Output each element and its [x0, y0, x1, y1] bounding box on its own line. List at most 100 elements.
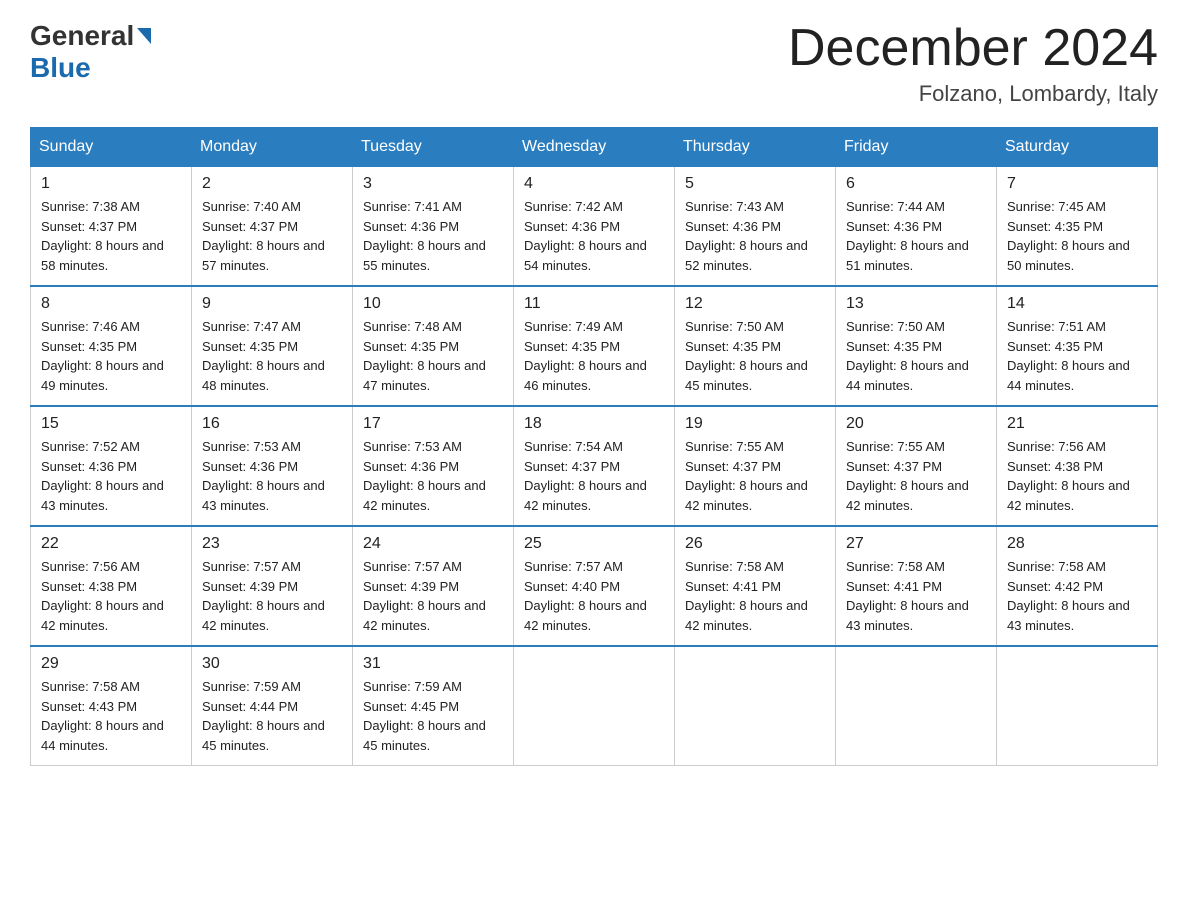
day-number: 10: [363, 295, 503, 313]
calendar-header-thursday: Thursday: [675, 128, 836, 167]
day-info: Sunrise: 7:38 AM Sunset: 4:37 PM Dayligh…: [41, 197, 181, 275]
day-info: Sunrise: 7:41 AM Sunset: 4:36 PM Dayligh…: [363, 197, 503, 275]
calendar-day-cell: 28 Sunrise: 7:58 AM Sunset: 4:42 PM Dayl…: [997, 526, 1158, 646]
page-header: General Blue December 2024 Folzano, Lomb…: [30, 20, 1158, 107]
day-info: Sunrise: 7:57 AM Sunset: 4:39 PM Dayligh…: [363, 557, 503, 635]
day-number: 21: [1007, 415, 1147, 433]
day-number: 30: [202, 655, 342, 673]
logo: General Blue: [30, 20, 154, 84]
sunrise-label: Sunrise: 7:49 AM: [524, 319, 623, 334]
day-number: 15: [41, 415, 181, 433]
calendar-day-cell: 26 Sunrise: 7:58 AM Sunset: 4:41 PM Dayl…: [675, 526, 836, 646]
sunset-label: Sunset: 4:39 PM: [363, 579, 459, 594]
day-number: 9: [202, 295, 342, 313]
calendar-day-cell: 11 Sunrise: 7:49 AM Sunset: 4:35 PM Dayl…: [514, 286, 675, 406]
day-number: 13: [846, 295, 986, 313]
day-info: Sunrise: 7:54 AM Sunset: 4:37 PM Dayligh…: [524, 437, 664, 515]
sunrise-label: Sunrise: 7:54 AM: [524, 439, 623, 454]
calendar-day-cell: 7 Sunrise: 7:45 AM Sunset: 4:35 PM Dayli…: [997, 167, 1158, 287]
sunrise-label: Sunrise: 7:44 AM: [846, 199, 945, 214]
sunrise-label: Sunrise: 7:57 AM: [202, 559, 301, 574]
daylight-label: Daylight: 8 hours and 55 minutes.: [363, 238, 486, 273]
day-number: 28: [1007, 535, 1147, 553]
calendar-header-wednesday: Wednesday: [514, 128, 675, 167]
day-info: Sunrise: 7:57 AM Sunset: 4:39 PM Dayligh…: [202, 557, 342, 635]
day-info: Sunrise: 7:58 AM Sunset: 4:41 PM Dayligh…: [685, 557, 825, 635]
logo-blue-text: Blue: [30, 52, 91, 83]
daylight-label: Daylight: 8 hours and 44 minutes.: [41, 718, 164, 753]
sunrise-label: Sunrise: 7:52 AM: [41, 439, 140, 454]
day-number: 29: [41, 655, 181, 673]
sunrise-label: Sunrise: 7:56 AM: [1007, 439, 1106, 454]
day-info: Sunrise: 7:55 AM Sunset: 4:37 PM Dayligh…: [685, 437, 825, 515]
calendar-day-cell: 30 Sunrise: 7:59 AM Sunset: 4:44 PM Dayl…: [192, 646, 353, 766]
day-info: Sunrise: 7:43 AM Sunset: 4:36 PM Dayligh…: [685, 197, 825, 275]
day-info: Sunrise: 7:53 AM Sunset: 4:36 PM Dayligh…: [363, 437, 503, 515]
daylight-label: Daylight: 8 hours and 42 minutes.: [41, 598, 164, 633]
calendar-day-cell: 2 Sunrise: 7:40 AM Sunset: 4:37 PM Dayli…: [192, 167, 353, 287]
sunset-label: Sunset: 4:36 PM: [363, 459, 459, 474]
day-number: 11: [524, 295, 664, 313]
calendar-header-friday: Friday: [836, 128, 997, 167]
sunrise-label: Sunrise: 7:42 AM: [524, 199, 623, 214]
sunset-label: Sunset: 4:36 PM: [202, 459, 298, 474]
sunrise-label: Sunrise: 7:41 AM: [363, 199, 462, 214]
calendar-day-cell: [836, 646, 997, 766]
calendar-day-cell: 15 Sunrise: 7:52 AM Sunset: 4:36 PM Dayl…: [31, 406, 192, 526]
sunset-label: Sunset: 4:38 PM: [1007, 459, 1103, 474]
sunset-label: Sunset: 4:35 PM: [846, 339, 942, 354]
day-info: Sunrise: 7:56 AM Sunset: 4:38 PM Dayligh…: [1007, 437, 1147, 515]
calendar-day-cell: 25 Sunrise: 7:57 AM Sunset: 4:40 PM Dayl…: [514, 526, 675, 646]
sunset-label: Sunset: 4:39 PM: [202, 579, 298, 594]
sunset-label: Sunset: 4:35 PM: [685, 339, 781, 354]
daylight-label: Daylight: 8 hours and 42 minutes.: [363, 478, 486, 513]
daylight-label: Daylight: 8 hours and 43 minutes.: [41, 478, 164, 513]
calendar-header-saturday: Saturday: [997, 128, 1158, 167]
sunset-label: Sunset: 4:44 PM: [202, 699, 298, 714]
daylight-label: Daylight: 8 hours and 42 minutes.: [846, 478, 969, 513]
calendar-table: SundayMondayTuesdayWednesdayThursdayFrid…: [30, 127, 1158, 766]
calendar-day-cell: 13 Sunrise: 7:50 AM Sunset: 4:35 PM Dayl…: [836, 286, 997, 406]
day-number: 20: [846, 415, 986, 433]
daylight-label: Daylight: 8 hours and 50 minutes.: [1007, 238, 1130, 273]
sunset-label: Sunset: 4:37 PM: [846, 459, 942, 474]
daylight-label: Daylight: 8 hours and 42 minutes.: [524, 598, 647, 633]
calendar-day-cell: [514, 646, 675, 766]
calendar-day-cell: 29 Sunrise: 7:58 AM Sunset: 4:43 PM Dayl…: [31, 646, 192, 766]
calendar-day-cell: 18 Sunrise: 7:54 AM Sunset: 4:37 PM Dayl…: [514, 406, 675, 526]
sunrise-label: Sunrise: 7:59 AM: [363, 679, 462, 694]
sunset-label: Sunset: 4:36 PM: [363, 219, 459, 234]
calendar-day-cell: 23 Sunrise: 7:57 AM Sunset: 4:39 PM Dayl…: [192, 526, 353, 646]
sunrise-label: Sunrise: 7:47 AM: [202, 319, 301, 334]
sunset-label: Sunset: 4:40 PM: [524, 579, 620, 594]
day-number: 22: [41, 535, 181, 553]
calendar-day-cell: 21 Sunrise: 7:56 AM Sunset: 4:38 PM Dayl…: [997, 406, 1158, 526]
calendar-day-cell: [675, 646, 836, 766]
sunset-label: Sunset: 4:43 PM: [41, 699, 137, 714]
sunrise-label: Sunrise: 7:51 AM: [1007, 319, 1106, 334]
calendar-day-cell: 24 Sunrise: 7:57 AM Sunset: 4:39 PM Dayl…: [353, 526, 514, 646]
sunrise-label: Sunrise: 7:56 AM: [41, 559, 140, 574]
day-info: Sunrise: 7:47 AM Sunset: 4:35 PM Dayligh…: [202, 317, 342, 395]
sunset-label: Sunset: 4:36 PM: [524, 219, 620, 234]
sunrise-label: Sunrise: 7:57 AM: [524, 559, 623, 574]
sunrise-label: Sunrise: 7:46 AM: [41, 319, 140, 334]
sunrise-label: Sunrise: 7:38 AM: [41, 199, 140, 214]
calendar-day-cell: 31 Sunrise: 7:59 AM Sunset: 4:45 PM Dayl…: [353, 646, 514, 766]
day-number: 12: [685, 295, 825, 313]
sunrise-label: Sunrise: 7:58 AM: [1007, 559, 1106, 574]
day-info: Sunrise: 7:40 AM Sunset: 4:37 PM Dayligh…: [202, 197, 342, 275]
daylight-label: Daylight: 8 hours and 43 minutes.: [846, 598, 969, 633]
sunset-label: Sunset: 4:36 PM: [41, 459, 137, 474]
daylight-label: Daylight: 8 hours and 51 minutes.: [846, 238, 969, 273]
calendar-day-cell: 20 Sunrise: 7:55 AM Sunset: 4:37 PM Dayl…: [836, 406, 997, 526]
sunset-label: Sunset: 4:36 PM: [846, 219, 942, 234]
daylight-label: Daylight: 8 hours and 43 minutes.: [202, 478, 325, 513]
calendar-day-cell: 19 Sunrise: 7:55 AM Sunset: 4:37 PM Dayl…: [675, 406, 836, 526]
sunrise-label: Sunrise: 7:50 AM: [846, 319, 945, 334]
daylight-label: Daylight: 8 hours and 46 minutes.: [524, 358, 647, 393]
logo-triangle-icon: [137, 28, 151, 44]
sunset-label: Sunset: 4:42 PM: [1007, 579, 1103, 594]
day-number: 3: [363, 175, 503, 193]
day-number: 27: [846, 535, 986, 553]
